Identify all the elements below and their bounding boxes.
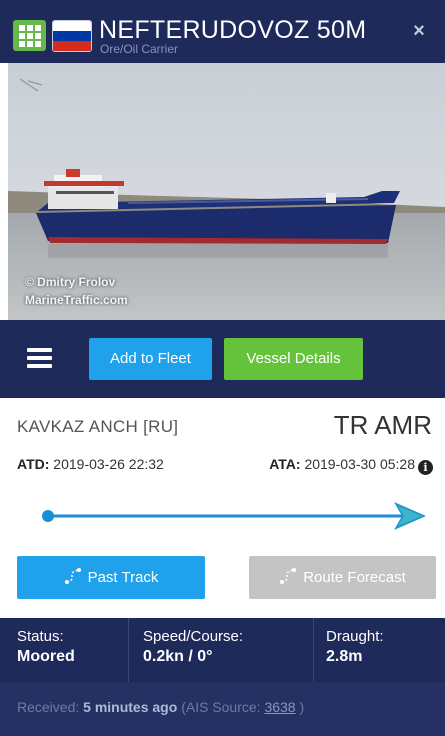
progress-start-dot (42, 510, 54, 522)
received-age: 5 minutes ago (83, 699, 178, 715)
route-forecast-label: Route Forecast (303, 569, 406, 586)
speed-course-value: 0.2kn / 0° (143, 648, 213, 665)
destination-code: AMR (374, 410, 432, 440)
past-track-button[interactable]: Past Track (17, 556, 205, 599)
vessel-name: NEFTERUDOVOZ 50M (99, 16, 367, 44)
received-footer: Received: 5 minutes ago (AIS Source: 363… (0, 682, 445, 736)
received-prefix: Received: (17, 699, 80, 715)
vessel-header: NEFTERUDOVOZ 50M Ore/Oil Carrier × (0, 0, 445, 63)
route-icon (280, 568, 297, 584)
ata-row: ATA: 2019-03-30 05:28 i (269, 456, 433, 475)
stats-divider (313, 618, 314, 682)
photo-credit-site: MarineTraffic.com (25, 293, 128, 307)
status-value: Moored (17, 648, 75, 665)
hamburger-icon[interactable] (27, 348, 52, 368)
status-stat: Status: Moored (17, 628, 75, 666)
atd-row: ATD: 2019-03-26 22:32 (17, 456, 164, 472)
add-to-fleet-button[interactable]: Add to Fleet (89, 338, 212, 380)
ata-value: 2019-03-30 05:28 (304, 456, 415, 472)
speed-course-label: Speed/Course: (143, 628, 244, 645)
ais-source-link[interactable]: 3638 (264, 699, 295, 715)
close-icon[interactable]: × (408, 20, 430, 42)
info-icon[interactable]: i (418, 460, 433, 475)
destination-port: TR AMR (334, 410, 432, 441)
atd-label: ATD: (17, 456, 50, 472)
draught-label: Draught: (326, 628, 384, 645)
vessel-stats-bar: Status: Moored Speed/Course: 0.2kn / 0° … (0, 618, 445, 682)
vessel-photo: © Dmitry Frolov MarineTraffic.com (8, 63, 445, 320)
voyage-panel: KAVKAZ ANCH [RU] TR AMR ATD: 2019-03-26 … (0, 398, 445, 618)
route-icon (64, 568, 81, 584)
vessel-details-button[interactable]: Vessel Details (224, 338, 363, 380)
route-forecast-button[interactable]: Route Forecast (249, 556, 436, 599)
departure-port: KAVKAZ ANCH [RU] (17, 417, 179, 436)
photo-credit-author: © Dmitry Frolov (25, 275, 116, 289)
grid-menu-icon[interactable] (13, 20, 46, 51)
speed-course-stat: Speed/Course: 0.2kn / 0° (143, 628, 243, 666)
draught-value: 2.8m (326, 648, 363, 665)
ais-source-suffix: ) (299, 699, 305, 715)
past-track-label: Past Track (87, 569, 159, 586)
ais-source-prefix: (AIS Source: (181, 699, 261, 715)
draught-stat: Draught: 2.8m (326, 628, 384, 666)
ata-label: ATA: (269, 456, 301, 472)
stats-divider (128, 618, 129, 682)
action-toolbar: Add to Fleet Vessel Details (0, 320, 445, 398)
russia-flag-icon (52, 20, 92, 52)
status-label: Status: (17, 628, 64, 645)
atd-value: 2019-03-26 22:32 (53, 456, 164, 472)
vessel-type: Ore/Oil Carrier (100, 42, 179, 56)
destination-prefix: TR (333, 410, 369, 440)
voyage-progress-bar (42, 502, 426, 530)
